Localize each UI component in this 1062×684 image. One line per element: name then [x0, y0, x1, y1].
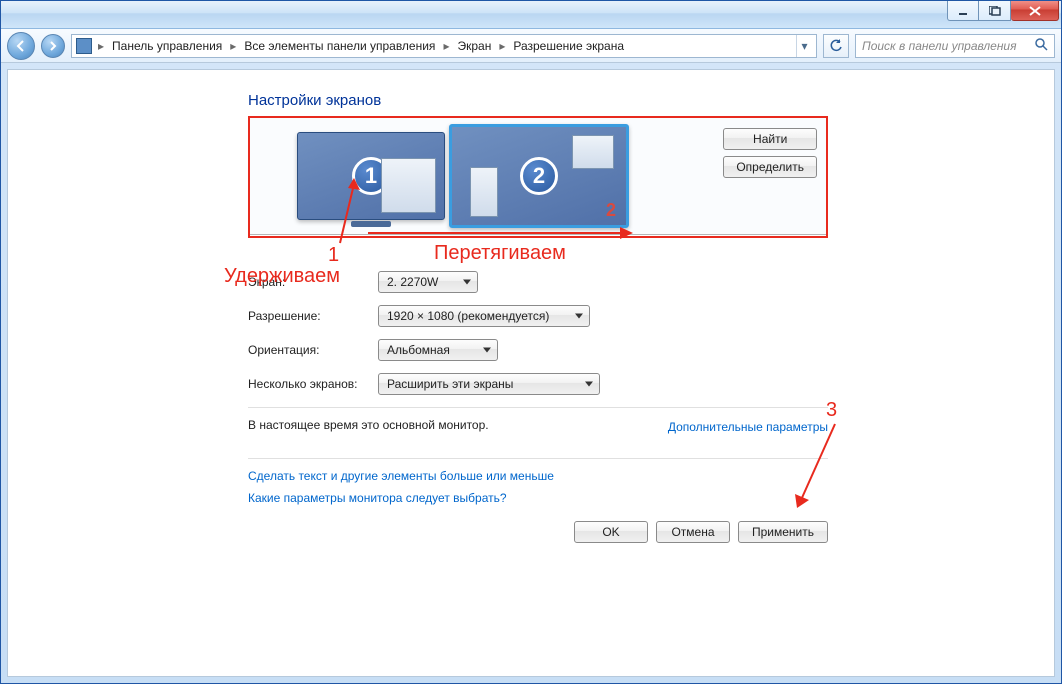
window-controls	[947, 1, 1061, 28]
monitor-window-icon	[381, 158, 436, 213]
back-button[interactable]	[7, 32, 35, 60]
dropdown-arrow-icon	[483, 348, 491, 353]
multiple-displays-dropdown[interactable]: Расширить эти экраны	[378, 373, 600, 395]
screen-row: Экран: 2. 2270W	[248, 271, 828, 293]
monitor-preview[interactable]: 1 2 2 Найти Определить	[248, 117, 828, 235]
resolution-label: Разрешение:	[248, 309, 378, 323]
forward-button[interactable]	[41, 34, 65, 58]
monitor-2[interactable]: 2 2	[449, 124, 629, 228]
address-dropdown[interactable]: ▾	[796, 35, 812, 57]
monitor-window-icon	[470, 167, 498, 217]
primary-monitor-status: В настоящее время это основной монитор.	[248, 418, 489, 432]
monitor-help-link[interactable]: Какие параметры монитора следует выбрать…	[248, 491, 828, 505]
detect-button[interactable]: Определить	[723, 156, 817, 178]
breadcrumb-item[interactable]: Разрешение экрана	[511, 39, 626, 53]
monitor-stand	[351, 221, 391, 227]
navigation-bar: ▸ Панель управления ▸ Все элементы панел…	[1, 29, 1061, 63]
search-icon	[1034, 37, 1048, 54]
refresh-button[interactable]	[823, 34, 849, 58]
monitor-side-buttons: Найти Определить	[723, 128, 817, 178]
client-area: Настройки экранов 1 2 2 Найти Определить	[7, 69, 1055, 677]
orientation-row: Ориентация: Альбомная	[248, 339, 828, 361]
minimize-button[interactable]	[947, 1, 979, 21]
orientation-label: Ориентация:	[248, 343, 378, 357]
ok-button[interactable]: OK	[574, 521, 648, 543]
chevron-right-icon: ▸	[497, 39, 507, 53]
breadcrumb-item[interactable]: Все элементы панели управления	[242, 39, 437, 53]
dropdown-arrow-icon	[463, 280, 471, 285]
address-bar[interactable]: ▸ Панель управления ▸ Все элементы панел…	[71, 34, 817, 58]
dropdown-arrow-icon	[575, 314, 583, 319]
close-button[interactable]	[1011, 1, 1059, 21]
multiple-displays-row: Несколько экранов: Расширить эти экраны	[248, 373, 828, 395]
window: ▸ Панель управления ▸ Все элементы панел…	[0, 0, 1062, 684]
monitor-1[interactable]: 1	[297, 132, 445, 220]
multiple-displays-label: Несколько экранов:	[248, 377, 378, 391]
breadcrumb-item[interactable]: Панель управления	[110, 39, 224, 53]
page-title: Настройки экранов	[248, 92, 828, 109]
text-size-link[interactable]: Сделать текст и другие элементы больше и…	[248, 469, 828, 483]
breadcrumb-item[interactable]: Экран	[455, 39, 493, 53]
control-panel-icon	[76, 38, 92, 54]
orientation-dropdown[interactable]: Альбомная	[378, 339, 498, 361]
maximize-button[interactable]	[979, 1, 1011, 21]
resolution-value: 1920 × 1080 (рекомендуется)	[387, 309, 549, 323]
annotation-label: 2	[606, 200, 616, 221]
find-button[interactable]: Найти	[723, 128, 817, 150]
resolution-dropdown[interactable]: 1920 × 1080 (рекомендуется)	[378, 305, 590, 327]
cancel-button[interactable]: Отмена	[656, 521, 730, 543]
multiple-displays-value: Расширить эти экраны	[387, 377, 513, 391]
titlebar	[1, 1, 1061, 29]
dialog-buttons: OK Отмена Применить	[248, 521, 828, 543]
screen-value: 2. 2270W	[387, 275, 438, 289]
monitor-window-icon	[572, 135, 614, 169]
status-row: В настоящее время это основной монитор. …	[248, 408, 828, 446]
screen-dropdown[interactable]: 2. 2270W	[378, 271, 478, 293]
resolution-row: Разрешение: 1920 × 1080 (рекомендуется)	[248, 305, 828, 327]
search-placeholder: Поиск в панели управления	[862, 39, 1017, 53]
orientation-value: Альбомная	[387, 343, 450, 357]
advanced-settings-link[interactable]: Дополнительные параметры	[668, 420, 828, 434]
screen-label: Экран:	[248, 275, 378, 289]
chevron-right-icon: ▸	[96, 39, 106, 53]
content: Настройки экранов 1 2 2 Найти Определить	[248, 92, 828, 543]
dropdown-arrow-icon	[585, 382, 593, 387]
monitor-number: 2	[520, 157, 558, 195]
search-input[interactable]: Поиск в панели управления	[855, 34, 1055, 58]
apply-button[interactable]: Применить	[738, 521, 828, 543]
chevron-right-icon: ▸	[228, 39, 238, 53]
chevron-right-icon: ▸	[441, 39, 451, 53]
